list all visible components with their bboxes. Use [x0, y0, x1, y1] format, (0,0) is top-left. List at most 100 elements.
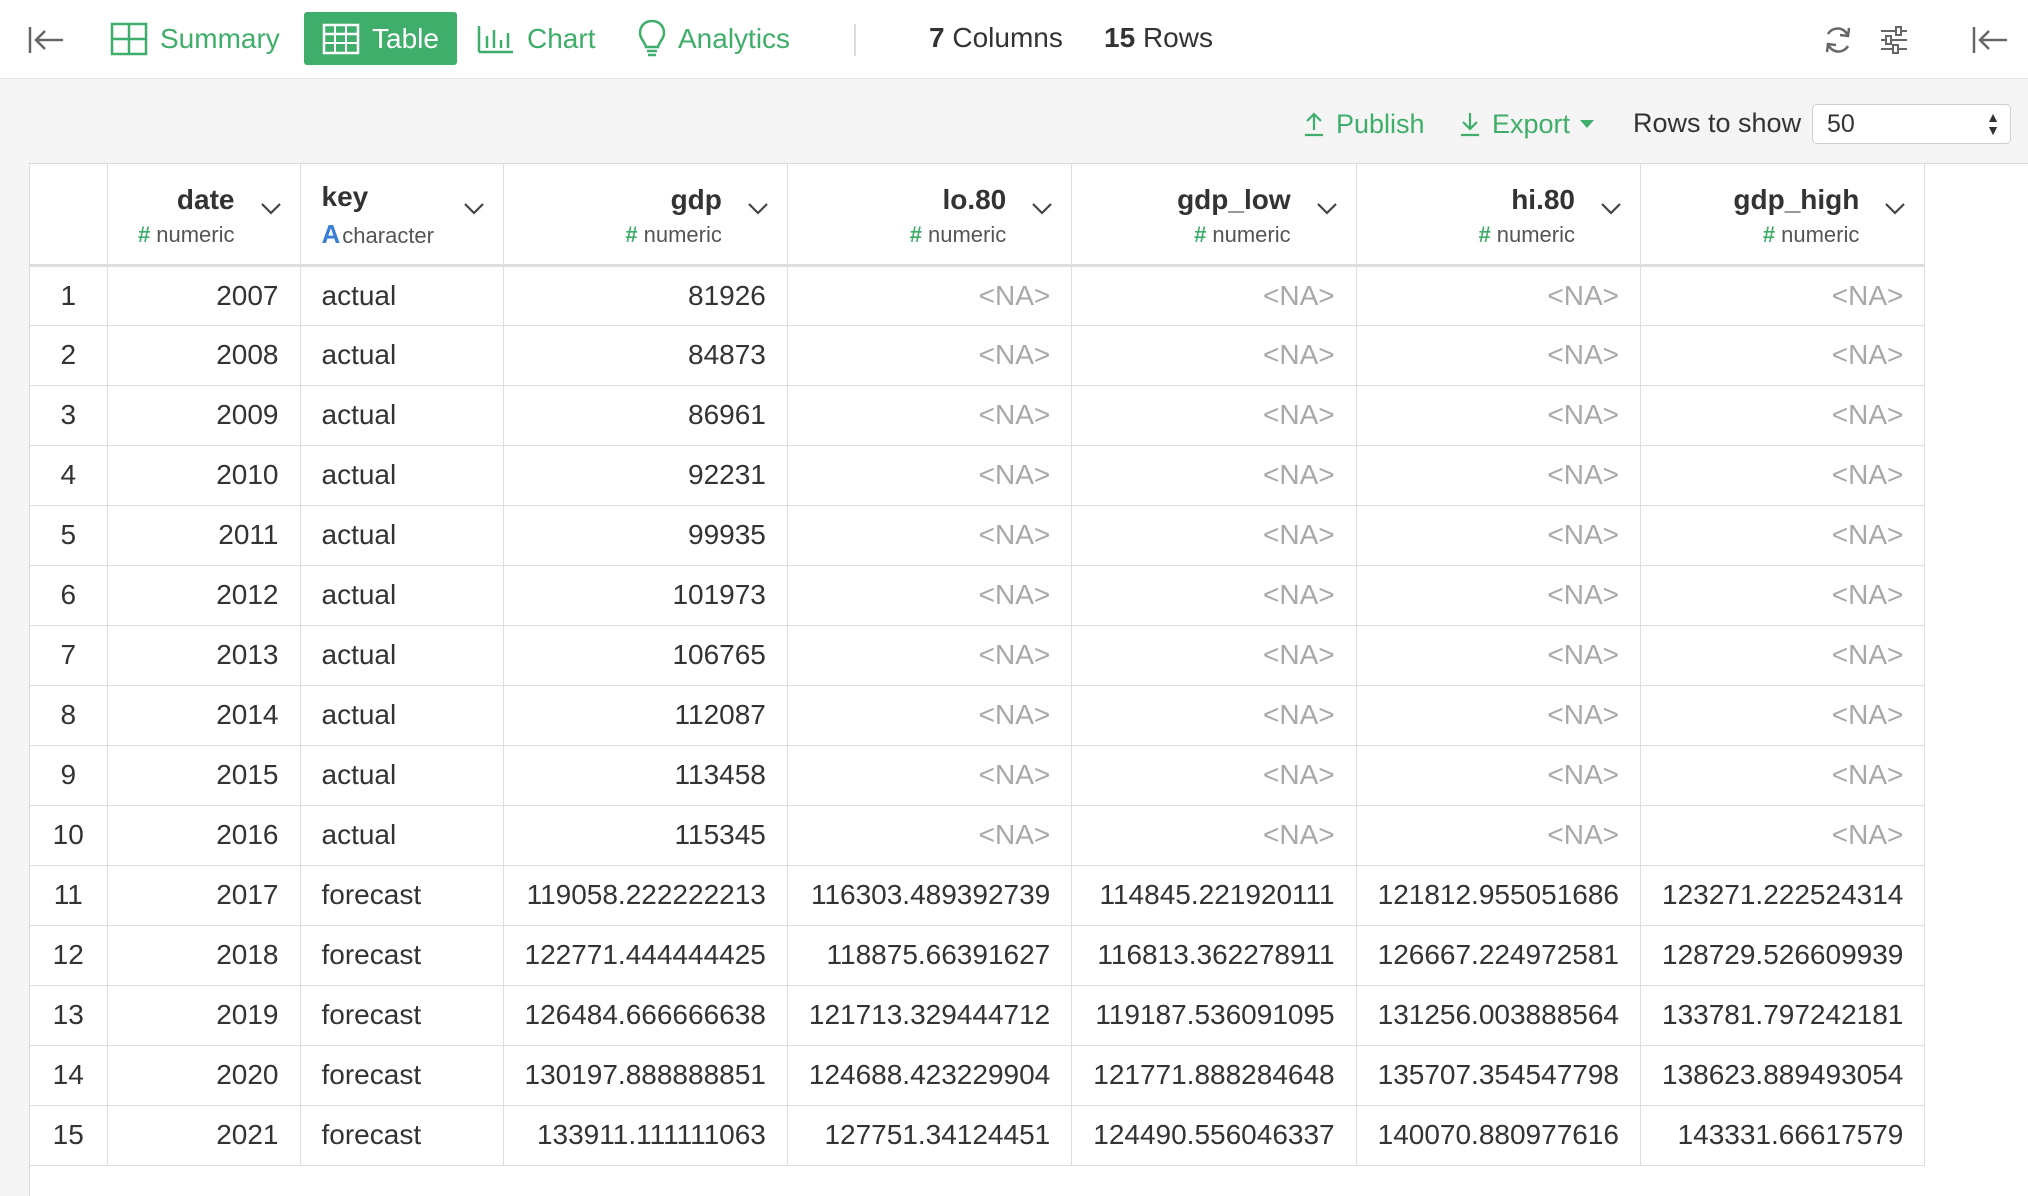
table-cell[interactable]: 2020: [107, 1045, 301, 1106]
tab-table[interactable]: Table: [304, 12, 457, 65]
column-header-lo80[interactable]: lo.80 # numeric: [787, 164, 1073, 267]
table-cell[interactable]: <NA>: [1640, 565, 1926, 626]
table-cell[interactable]: <NA>: [1640, 805, 1926, 866]
table-cell[interactable]: actual: [300, 805, 504, 866]
chevron-down-icon[interactable]: [1600, 202, 1622, 216]
export-button[interactable]: Export: [1458, 104, 1596, 144]
table-cell[interactable]: 128729.526609939: [1640, 925, 1926, 986]
tab-analytics[interactable]: Analytics: [638, 12, 790, 65]
table-cell[interactable]: 99935: [503, 505, 788, 566]
table-cell[interactable]: <NA>: [1071, 505, 1357, 566]
column-header-gdp-high[interactable]: gdp_high # numeric: [1640, 164, 1926, 267]
table-cell[interactable]: 130197.888888851: [503, 1045, 788, 1106]
table-cell[interactable]: 2021: [107, 1105, 301, 1166]
table-cell[interactable]: <NA>: [1356, 625, 1642, 686]
table-cell[interactable]: <NA>: [1640, 265, 1926, 326]
table-cell[interactable]: forecast: [300, 1105, 504, 1166]
column-header-date[interactable]: date # numeric: [107, 164, 301, 267]
table-cell[interactable]: 2013: [107, 625, 301, 686]
table-cell[interactable]: 126667.224972581: [1356, 925, 1642, 986]
table-cell[interactable]: <NA>: [787, 625, 1073, 686]
table-cell[interactable]: forecast: [300, 985, 504, 1046]
table-cell[interactable]: 121812.955051686: [1356, 865, 1642, 926]
table-cell[interactable]: <NA>: [1071, 805, 1357, 866]
table-cell[interactable]: 119187.536091095: [1071, 985, 1357, 1046]
table-cell[interactable]: <NA>: [787, 265, 1073, 326]
table-cell[interactable]: actual: [300, 445, 504, 506]
chevron-down-icon[interactable]: [260, 202, 282, 216]
table-cell[interactable]: 122771.444444425: [503, 925, 788, 986]
table-cell[interactable]: 135707.354547798: [1356, 1045, 1642, 1106]
table-cell[interactable]: <NA>: [1356, 325, 1642, 386]
collapse-left-icon[interactable]: [26, 22, 66, 58]
table-cell[interactable]: 86961: [503, 385, 788, 446]
table-cell[interactable]: 101973: [503, 565, 788, 626]
table-cell[interactable]: 2008: [107, 325, 301, 386]
table-cell[interactable]: actual: [300, 505, 504, 566]
rows-to-show-select[interactable]: 50 ▲ ▼: [1812, 104, 2011, 144]
table-cell[interactable]: <NA>: [1640, 505, 1926, 566]
table-cell[interactable]: 2012: [107, 565, 301, 626]
table-cell[interactable]: 2017: [107, 865, 301, 926]
table-cell[interactable]: <NA>: [1640, 625, 1926, 686]
table-cell[interactable]: <NA>: [1640, 325, 1926, 386]
collapse-right-panel-icon[interactable]: [1970, 22, 2010, 58]
table-cell[interactable]: 124490.556046337: [1071, 1105, 1357, 1166]
table-cell[interactable]: 119058.222222213: [503, 865, 788, 926]
table-cell[interactable]: forecast: [300, 865, 504, 926]
table-cell[interactable]: forecast: [300, 1045, 504, 1106]
table-cell[interactable]: <NA>: [1640, 445, 1926, 506]
table-cell[interactable]: <NA>: [1356, 565, 1642, 626]
table-cell[interactable]: actual: [300, 565, 504, 626]
table-cell[interactable]: <NA>: [1356, 445, 1642, 506]
table-cell[interactable]: <NA>: [1071, 385, 1357, 446]
table-cell[interactable]: 106765: [503, 625, 788, 686]
table-cell[interactable]: <NA>: [787, 565, 1073, 626]
table-cell[interactable]: 2019: [107, 985, 301, 1046]
table-cell[interactable]: 127751.34124451: [787, 1105, 1073, 1166]
table-cell[interactable]: 124688.423229904: [787, 1045, 1073, 1106]
column-header-hi80[interactable]: hi.80 # numeric: [1356, 164, 1642, 267]
table-cell[interactable]: 123271.222524314: [1640, 865, 1926, 926]
table-cell[interactable]: 131256.003888564: [1356, 985, 1642, 1046]
table-cell[interactable]: 2016: [107, 805, 301, 866]
table-cell[interactable]: actual: [300, 745, 504, 806]
table-cell[interactable]: forecast: [300, 925, 504, 986]
table-cell[interactable]: actual: [300, 685, 504, 746]
table-cell[interactable]: <NA>: [787, 805, 1073, 866]
table-cell[interactable]: 2011: [107, 505, 301, 566]
table-cell[interactable]: <NA>: [787, 685, 1073, 746]
table-cell[interactable]: 2007: [107, 265, 301, 326]
table-cell[interactable]: 2010: [107, 445, 301, 506]
table-cell[interactable]: <NA>: [1640, 385, 1926, 446]
chevron-down-icon[interactable]: [1316, 202, 1338, 216]
table-cell[interactable]: <NA>: [1356, 685, 1642, 746]
table-cell[interactable]: 121713.329444712: [787, 985, 1073, 1046]
column-header-key[interactable]: key Acharacter: [300, 164, 504, 267]
table-cell[interactable]: 133911.111111063: [503, 1105, 788, 1166]
publish-button[interactable]: Publish: [1302, 104, 1425, 144]
chevron-down-icon[interactable]: [463, 202, 485, 216]
table-cell[interactable]: 2015: [107, 745, 301, 806]
table-cell[interactable]: <NA>: [787, 325, 1073, 386]
table-cell[interactable]: 81926: [503, 265, 788, 326]
chevron-down-icon[interactable]: [747, 202, 769, 216]
chevron-down-icon[interactable]: [1884, 202, 1906, 216]
table-cell[interactable]: 2018: [107, 925, 301, 986]
table-cell[interactable]: 115345: [503, 805, 788, 866]
table-cell[interactable]: <NA>: [1071, 565, 1357, 626]
table-cell[interactable]: 113458: [503, 745, 788, 806]
refresh-icon[interactable]: [1818, 20, 1858, 60]
table-cell[interactable]: 138623.889493054: [1640, 1045, 1926, 1106]
table-cell[interactable]: <NA>: [787, 385, 1073, 446]
table-cell[interactable]: <NA>: [1640, 745, 1926, 806]
table-cell[interactable]: 133781.797242181: [1640, 985, 1926, 1046]
table-cell[interactable]: <NA>: [1071, 625, 1357, 686]
table-cell[interactable]: actual: [300, 265, 504, 326]
table-cell[interactable]: <NA>: [1356, 385, 1642, 446]
table-cell[interactable]: <NA>: [1071, 445, 1357, 506]
table-cell[interactable]: 143331.66617579: [1640, 1105, 1926, 1166]
table-cell[interactable]: 112087: [503, 685, 788, 746]
table-cell[interactable]: <NA>: [1071, 265, 1357, 326]
table-cell[interactable]: <NA>: [1640, 685, 1926, 746]
